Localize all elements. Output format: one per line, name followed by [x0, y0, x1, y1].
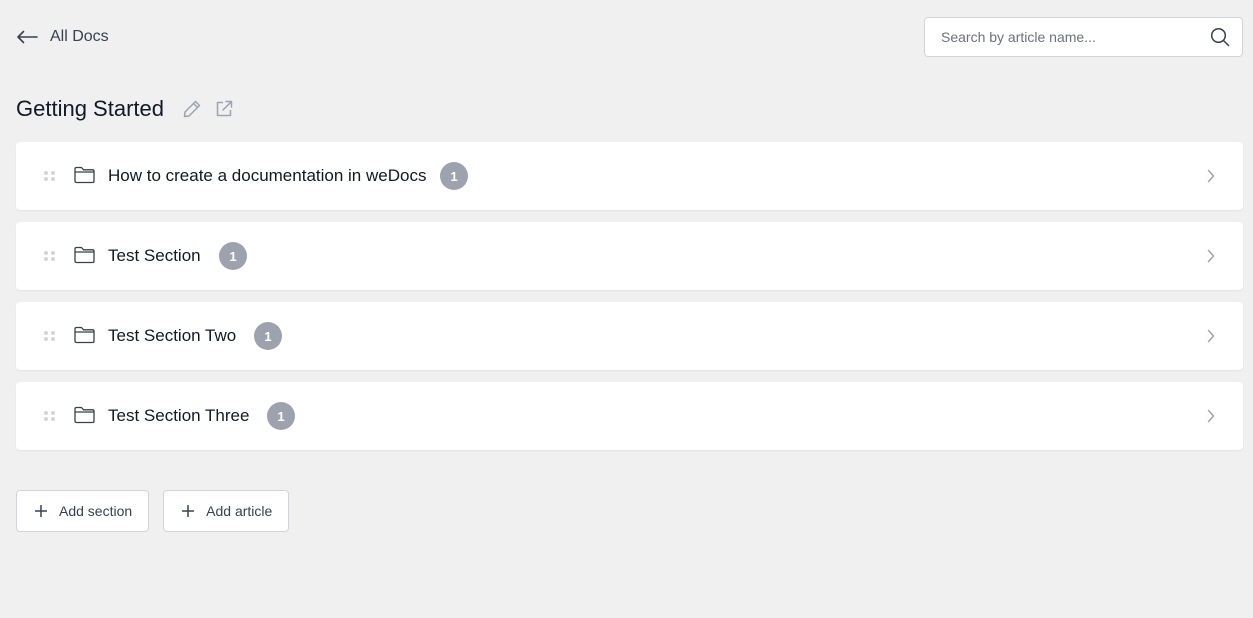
drag-handle-icon[interactable]: [44, 411, 56, 421]
back-to-all-docs-link[interactable]: All Docs: [16, 24, 109, 50]
plus-icon: [182, 505, 195, 517]
folder-icon: [74, 166, 95, 189]
section-title: Test Section Two: [108, 326, 237, 345]
chevron-right-icon[interactable]: [1207, 169, 1215, 188]
search-input[interactable]: [941, 29, 1210, 45]
section-title: How to create a documentation in weDocs: [108, 166, 427, 185]
search-icon[interactable]: [1210, 27, 1230, 47]
add-article-button[interactable]: Add article: [163, 490, 290, 532]
section-item[interactable]: Test Section Two 1: [16, 302, 1243, 370]
section-title: Test Section: [108, 246, 201, 265]
page-title: Getting Started: [16, 96, 164, 121]
section-item[interactable]: Test Section Three 1: [16, 382, 1243, 450]
chevron-right-icon[interactable]: [1207, 249, 1215, 268]
chevron-right-icon[interactable]: [1207, 329, 1215, 348]
add-article-label: Add article: [206, 503, 273, 519]
arrow-left-icon: [16, 30, 38, 44]
section-item[interactable]: How to create a documentation in weDocs …: [16, 142, 1243, 210]
plus-icon: [35, 505, 47, 517]
external-link-icon[interactable]: [214, 99, 234, 119]
section-item[interactable]: Test Section 1: [16, 222, 1243, 290]
drag-handle-icon[interactable]: [44, 171, 56, 181]
article-count-badge: 1: [440, 162, 468, 190]
folder-icon: [74, 246, 95, 269]
add-section-button[interactable]: Add section: [16, 490, 150, 532]
pencil-icon[interactable]: [182, 99, 202, 119]
drag-handle-icon[interactable]: [44, 331, 56, 341]
folder-icon: [74, 326, 95, 349]
add-section-label: Add section: [59, 503, 133, 519]
article-count-badge: 1: [267, 402, 295, 430]
sections-list: How to create a documentation in weDocs …: [16, 142, 1243, 462]
page: All Docs Getting Started: [0, 0, 1253, 618]
back-label: All Docs: [50, 28, 109, 45]
drag-handle-icon[interactable]: [44, 251, 56, 261]
section-title: Test Section Three: [108, 406, 250, 425]
article-count-badge: 1: [254, 322, 282, 350]
article-count-badge: 1: [219, 242, 247, 270]
actions-bar: Add section Add article: [16, 490, 290, 532]
folder-icon: [74, 406, 95, 429]
search-box: [924, 17, 1243, 57]
title-row: Getting Started: [16, 94, 246, 124]
chevron-right-icon[interactable]: [1207, 409, 1215, 428]
